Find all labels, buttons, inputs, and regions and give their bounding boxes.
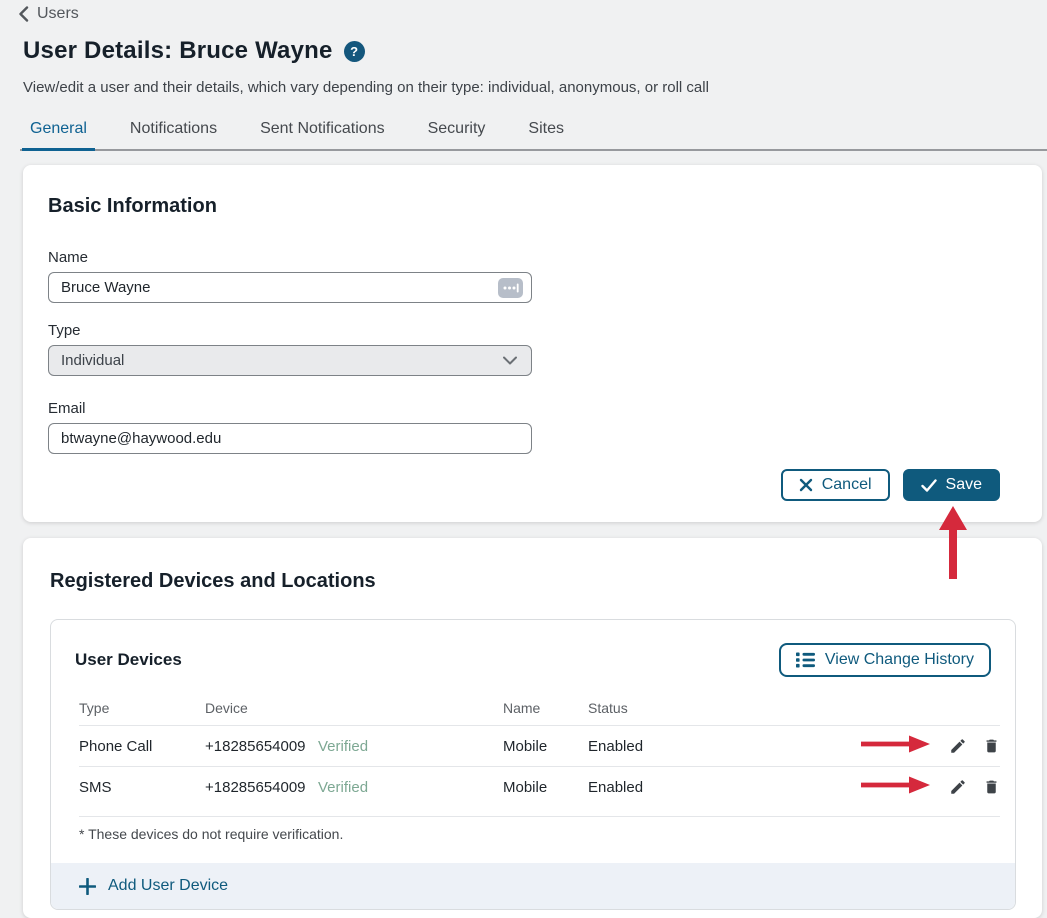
arrow-right-icon — [861, 735, 931, 757]
x-icon — [799, 478, 813, 492]
page-subtitle: View/edit a user and their details, whic… — [23, 79, 709, 96]
device-number: +18285654009 — [205, 779, 318, 796]
trash-icon[interactable] — [983, 778, 1000, 796]
page-title-row: User Details: Bruce Wayne ? — [23, 37, 365, 65]
tab-security[interactable]: Security — [420, 116, 494, 151]
registered-devices-card: Registered Devices and Locations User De… — [23, 538, 1042, 918]
devices-table-header: Type Device Name Status — [79, 691, 1000, 725]
help-icon[interactable]: ? — [344, 41, 365, 62]
chevron-left-icon — [18, 6, 29, 22]
user-devices-heading: User Devices — [75, 650, 182, 670]
form-actions: Cancel Save — [781, 469, 1000, 501]
device-row-actions — [861, 776, 1000, 798]
device-status: Enabled — [588, 779, 728, 796]
check-icon — [921, 479, 937, 492]
col-header-status: Status — [588, 700, 728, 716]
cancel-button-label: Cancel — [822, 476, 872, 494]
user-devices-header: User Devices View Change History — [51, 620, 1015, 677]
type-select[interactable]: Individual — [48, 345, 532, 376]
col-header-type: Type — [79, 700, 205, 716]
input-ellipsis-icon[interactable] — [498, 278, 523, 298]
add-user-device-label: Add User Device — [108, 877, 228, 895]
device-type: SMS — [79, 779, 205, 796]
pencil-icon[interactable] — [949, 737, 967, 755]
trash-icon[interactable] — [983, 737, 1000, 755]
col-header-device: Device — [205, 700, 318, 716]
device-row-phone-call: Phone Call +18285654009 Verified Mobile … — [79, 725, 1000, 766]
basic-information-card: Basic Information Name Type Individual E… — [23, 165, 1042, 522]
device-name: Mobile — [503, 738, 588, 755]
user-devices-panel: User Devices View Change History Type — [50, 619, 1016, 910]
tab-sites[interactable]: Sites — [520, 116, 572, 151]
view-change-history-label: View Change History — [825, 651, 974, 669]
type-label: Type — [48, 322, 1017, 339]
email-input[interactable] — [48, 423, 532, 454]
add-user-device-button[interactable]: Add User Device — [51, 863, 1015, 909]
back-link-label: Users — [37, 5, 79, 23]
device-status: Enabled — [588, 738, 728, 755]
basic-information-heading: Basic Information — [48, 195, 1017, 218]
type-select-value: Individual — [61, 352, 124, 369]
email-label: Email — [48, 400, 1017, 417]
arrow-right-icon — [861, 776, 931, 798]
device-number: +18285654009 — [205, 738, 318, 755]
device-verification: Verified — [318, 779, 503, 796]
device-type: Phone Call — [79, 738, 205, 755]
device-row-actions — [861, 735, 1000, 757]
name-label: Name — [48, 249, 1017, 266]
pencil-icon[interactable] — [949, 778, 967, 796]
name-input[interactable] — [48, 272, 532, 303]
save-button-label: Save — [946, 476, 982, 494]
tab-sent-notifications[interactable]: Sent Notifications — [252, 116, 393, 151]
registered-devices-heading: Registered Devices and Locations — [50, 570, 1017, 593]
device-verification: Verified — [318, 738, 503, 755]
tab-notifications[interactable]: Notifications — [122, 116, 225, 151]
page-title: User Details: Bruce Wayne — [23, 37, 333, 65]
save-button[interactable]: Save — [903, 469, 1000, 501]
chevron-down-icon — [503, 356, 517, 365]
tab-general[interactable]: General — [22, 116, 95, 151]
plus-icon — [79, 878, 96, 895]
cancel-button[interactable]: Cancel — [781, 469, 890, 501]
back-link-users[interactable]: Users — [18, 5, 79, 23]
name-field-wrap — [48, 266, 532, 303]
list-icon — [796, 652, 815, 668]
tab-bar: General Notifications Sent Notifications… — [22, 116, 572, 151]
col-header-name: Name — [503, 700, 588, 716]
view-change-history-button[interactable]: View Change History — [779, 643, 991, 677]
arrow-up-icon — [938, 506, 968, 584]
device-row-sms: SMS +18285654009 Verified Mobile Enabled — [79, 766, 1000, 807]
verification-footnote: * These devices do not require verificat… — [79, 816, 1000, 842]
device-name: Mobile — [503, 779, 588, 796]
